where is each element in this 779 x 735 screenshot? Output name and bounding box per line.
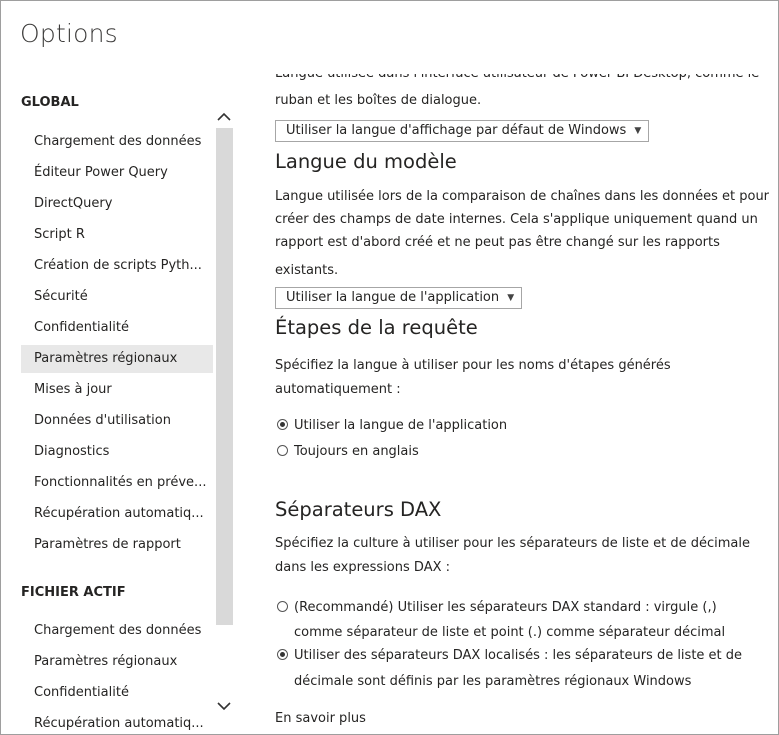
radio-label-continuation: décimale sont définis par les paramètres… [294,674,692,689]
options-dialog: Options GLOBAL Chargement des données Éd… [0,0,779,735]
model-language-desc-line: rapport est d'abord créé et ne peut pas … [275,235,720,250]
sidebar-item-report-settings[interactable]: Paramètres de rapport [21,531,213,559]
options-content: Langue utilisée dans l'interface utilisa… [275,61,778,734]
sidebar-item-preview-features[interactable]: Fonctionnalités en préve... [21,469,213,497]
chevron-down-icon: ▼ [507,293,515,303]
sidebar-item-power-query-editor[interactable]: Éditeur Power Query [21,159,213,187]
radio-always-english[interactable]: Toujours en anglais [277,441,419,463]
options-sidebar: GLOBAL Chargement des données Éditeur Po… [1,71,241,734]
query-steps-desc-line: Spécifiez la langue à utiliser pour les … [275,358,671,373]
sidebar-item-directquery[interactable]: DirectQuery [21,190,213,218]
model-language-dropdown-value: Utiliser la langue de l'application [286,290,500,305]
sidebar-item-file-privacy[interactable]: Confidentialité [21,679,213,707]
dax-separators-desc-line: dans les expressions DAX : [275,560,450,575]
sidebar-heading-current-file: FICHIER ACTIF [21,585,126,600]
model-language-dropdown[interactable]: Utiliser la langue de l'application ▼ [275,287,523,309]
learn-more-link[interactable]: En savoir plus [275,711,366,726]
sidebar-scrollbar[interactable] [214,75,233,720]
radio-unselected-icon [277,601,288,612]
sidebar-item-usage-data[interactable]: Données d'utilisation [21,407,213,435]
ui-language-dropdown-value: Utiliser la langue d'affichage par défau… [286,123,627,138]
sidebar-item-file-data-load[interactable]: Chargement des données [21,617,213,645]
radio-label: Utiliser des séparateurs DAX localisés :… [294,648,743,663]
ui-language-description: ruban et les boîtes de dialogue. [275,93,482,108]
radio-selected-icon [277,419,288,430]
radio-selected-icon [277,649,288,660]
dialog-title: Options [20,19,118,48]
sidebar-item-data-load[interactable]: Chargement des données [21,128,213,156]
ui-language-dropdown[interactable]: Utiliser la langue d'affichage par défau… [275,120,650,142]
radio-label-continuation: comme séparateur de liste et point (.) c… [294,625,726,640]
scroll-down-icon[interactable] [214,695,233,717]
radio-label: (Recommandé) Utiliser les séparateurs DA… [294,600,717,615]
sidebar-item-auto-recovery[interactable]: Récupération automatiq... [21,500,213,528]
sidebar-heading-global: GLOBAL [21,95,79,110]
radio-localized-dax-separators[interactable]: Utiliser des séparateurs DAX localisés :… [277,645,742,667]
model-language-heading: Langue du modèle [275,150,457,173]
sidebar-item-r-script[interactable]: Script R [21,221,213,249]
radio-standard-dax-separators[interactable]: (Recommandé) Utiliser les séparateurs DA… [277,597,717,619]
model-language-desc-line: créer des champs de date internes. Cela … [275,212,758,227]
radio-label: Toujours en anglais [294,444,419,459]
sidebar-item-updates[interactable]: Mises à jour [21,376,213,404]
radio-label: Utiliser la langue de l'application [294,418,508,433]
sidebar-item-file-auto-recovery[interactable]: Récupération automatiq... [21,710,213,734]
model-language-desc-line: existants. [275,263,339,278]
model-language-desc-line: Langue utilisée lors de la comparaison d… [275,189,770,204]
chevron-down-icon: ▼ [634,126,642,136]
dax-separators-heading: Séparateurs DAX [275,498,442,521]
sidebar-item-security[interactable]: Sécurité [21,283,213,311]
scroll-up-icon[interactable] [214,105,233,127]
dax-separators-desc-line: Spécifiez la culture à utiliser pour les… [275,536,750,551]
sidebar-scroll-thumb[interactable] [216,128,233,625]
sidebar-item-python-scripting[interactable]: Création de scripts Pyth... [21,252,213,280]
sidebar-item-diagnostics[interactable]: Diagnostics [21,438,213,466]
radio-app-language[interactable]: Utiliser la langue de l'application [277,415,507,437]
sidebar-item-regional-settings[interactable]: Paramètres régionaux [21,345,213,373]
query-steps-desc-line: automatiquement : [275,382,401,397]
sidebar-item-privacy[interactable]: Confidentialité [21,314,213,342]
sidebar-item-file-regional-settings[interactable]: Paramètres régionaux [21,648,213,676]
radio-unselected-icon [277,445,288,456]
ui-language-description-partial: Langue utilisée dans l'interface utilisa… [275,66,760,81]
query-steps-heading: Étapes de la requête [275,316,478,339]
